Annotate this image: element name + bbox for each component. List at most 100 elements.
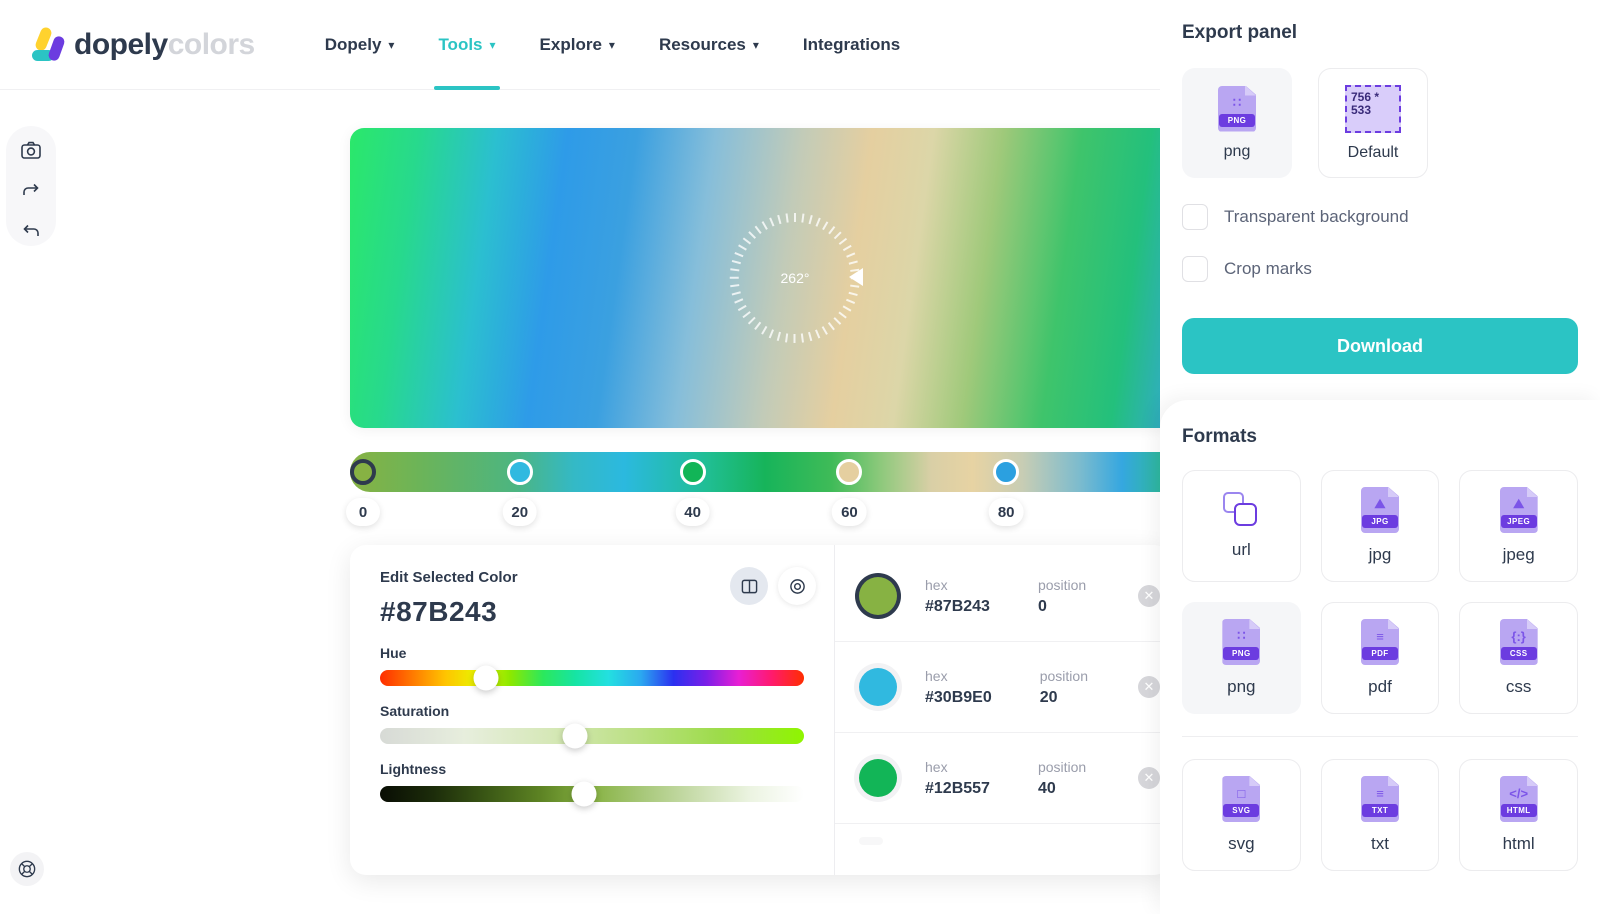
jpeg-file-tag: JPEG: [1501, 515, 1537, 528]
html-file-glyph: </>: [1500, 783, 1538, 803]
png-file-glyph: ∷: [1222, 626, 1260, 646]
gradient-stop-position-label[interactable]: 0: [346, 498, 380, 526]
nav-item-explore[interactable]: Explore▾: [518, 0, 637, 90]
hex-field-value[interactable]: #12B557: [925, 780, 990, 798]
remove-stop-button[interactable]: ✕: [1138, 585, 1160, 607]
format-card-jpg[interactable]: ⛰JPGjpg: [1321, 470, 1440, 582]
checkbox-row[interactable]: Transparent background: [1182, 204, 1578, 230]
export-checkbox-group: Transparent background Crop marks: [1182, 204, 1578, 282]
format-card-html[interactable]: </>HTMLhtml: [1459, 759, 1578, 871]
color-swatch: [859, 837, 883, 845]
jpg-file-tag: JPG: [1362, 515, 1398, 528]
formats-grid-bottom: □SVG svg ≡TXTtxt</>HTMLhtml: [1182, 759, 1578, 871]
gradient-stop-position-label[interactable]: 40: [675, 498, 710, 526]
nav-item-tools[interactable]: Tools▾: [416, 0, 517, 90]
color-stop-row[interactable]: hex#12B557position40✕: [835, 733, 1170, 824]
redo-icon[interactable]: [15, 177, 47, 206]
undo-icon[interactable]: [15, 217, 47, 246]
format-label: svg: [1228, 834, 1254, 854]
nav-item-integrations[interactable]: Integrations: [781, 0, 922, 90]
position-field-value[interactable]: 40: [1038, 780, 1086, 798]
gradient-stop-handle[interactable]: [507, 459, 533, 485]
hex-field-label: hex: [925, 577, 990, 593]
hue-slider-knob[interactable]: [474, 666, 499, 691]
hex-field-label: hex: [925, 668, 992, 684]
hex-field: hex #87B243: [925, 577, 990, 616]
format-card-svg[interactable]: □SVG svg: [1182, 759, 1301, 871]
download-button[interactable]: Download: [1182, 318, 1578, 374]
logo-mark-icon: [26, 26, 68, 64]
gradient-stop-position-label[interactable]: 20: [502, 498, 537, 526]
nav-item-label: Dopely: [325, 35, 382, 55]
color-stop-row[interactable]: [835, 824, 1170, 858]
angle-value: 262°: [730, 213, 860, 343]
slider-group-saturation: Saturation: [380, 703, 804, 744]
gradient-stop-handle[interactable]: [993, 459, 1019, 485]
export-format-card[interactable]: ∷ PNG png: [1182, 68, 1292, 178]
nav-item-dopely[interactable]: Dopely ▾: [303, 0, 417, 90]
gradient-preview[interactable]: 262°: [350, 128, 1180, 428]
position-field-value[interactable]: 0: [1038, 598, 1086, 616]
site-header: dopelycolors Dopely▾Tools▾Explore▾Resour…: [0, 0, 1160, 90]
png-file-tag: PNG: [1223, 647, 1259, 660]
color-stop-row[interactable]: hex#87B243position0✕: [835, 551, 1170, 642]
slider-label: Saturation: [380, 703, 804, 719]
position-field-value[interactable]: 20: [1040, 689, 1088, 707]
format-card-png[interactable]: ∷PNGpng: [1182, 602, 1301, 714]
gradient-stop-position-label[interactable]: 60: [832, 498, 867, 526]
checkbox-row[interactable]: Crop marks: [1182, 256, 1578, 282]
gradient-stop-handle[interactable]: [680, 459, 706, 485]
checkbox-crop-marks[interactable]: [1182, 256, 1208, 282]
color-stop-row[interactable]: hex #30B9E0 position20 ✕: [835, 642, 1170, 733]
checkbox-transparent-background[interactable]: [1182, 204, 1208, 230]
format-card-txt[interactable]: ≡TXTtxt: [1321, 759, 1440, 871]
css-file-icon: {:}CSS: [1500, 619, 1538, 665]
gradient-mode-toggles: [730, 567, 816, 605]
logo-wordmark: dopelycolors: [74, 28, 255, 62]
hex-field: hex #30B9E0: [925, 668, 992, 707]
saturation-slider-knob[interactable]: [563, 724, 588, 749]
color-swatch[interactable]: [859, 759, 897, 797]
color-swatch[interactable]: [859, 577, 897, 615]
gradient-stop-handle[interactable]: [836, 459, 862, 485]
png-file-tag: PNG: [1219, 114, 1255, 127]
png-file-icon: ∷ PNG: [1218, 86, 1256, 132]
position-field: position20: [1040, 668, 1088, 707]
color-swatch[interactable]: [859, 668, 897, 706]
help-button[interactable]: [10, 852, 44, 886]
saturation-slider[interactable]: [380, 728, 804, 744]
camera-icon[interactable]: [15, 136, 47, 165]
svg-file-tag: SVG: [1223, 804, 1259, 817]
gradient-stop-slider[interactable]: 020406080: [350, 452, 1180, 492]
remove-stop-button[interactable]: ✕: [1138, 676, 1160, 698]
formats-title: Formats: [1182, 426, 1578, 448]
svg-file-glyph: □: [1222, 783, 1260, 803]
hue-slider[interactable]: [380, 670, 804, 686]
nav-item-resources[interactable]: Resources▾: [637, 0, 781, 90]
chevron-down-icon: ▾: [388, 38, 394, 52]
formats-divider: [1182, 736, 1578, 737]
format-card-url[interactable]: url: [1182, 470, 1301, 582]
lightness-slider-knob[interactable]: [571, 782, 596, 807]
life-ring-icon: [18, 860, 36, 878]
format-card-css[interactable]: {:}CSS css: [1459, 602, 1578, 714]
logo[interactable]: dopelycolors: [26, 26, 255, 64]
format-card-pdf[interactable]: ≡PDFpdf: [1321, 602, 1440, 714]
hex-field-value[interactable]: #30B9E0: [925, 689, 992, 707]
angle-pointer-icon[interactable]: [849, 268, 863, 286]
radial-gradient-icon[interactable]: [778, 567, 816, 605]
remove-stop-button[interactable]: ✕: [1138, 767, 1160, 789]
chevron-down-icon: ▾: [490, 38, 496, 52]
linear-gradient-icon[interactable]: [730, 567, 768, 605]
gradient-stop-handle[interactable]: [350, 459, 376, 485]
format-label: css: [1506, 677, 1532, 697]
hex-field-value[interactable]: #87B243: [925, 598, 990, 616]
angle-dial[interactable]: 262°: [730, 213, 860, 343]
export-size-card[interactable]: 756 * 533 Default: [1318, 68, 1428, 178]
lightness-slider[interactable]: [380, 786, 804, 802]
gradient-stop-position-label[interactable]: 80: [989, 498, 1024, 526]
slider-group-hue: Hue: [380, 645, 804, 686]
checkbox-label: Transparent background: [1224, 207, 1409, 227]
txt-file-glyph: ≡: [1361, 783, 1399, 803]
format-card-jpeg[interactable]: ⛰JPEGjpeg: [1459, 470, 1578, 582]
